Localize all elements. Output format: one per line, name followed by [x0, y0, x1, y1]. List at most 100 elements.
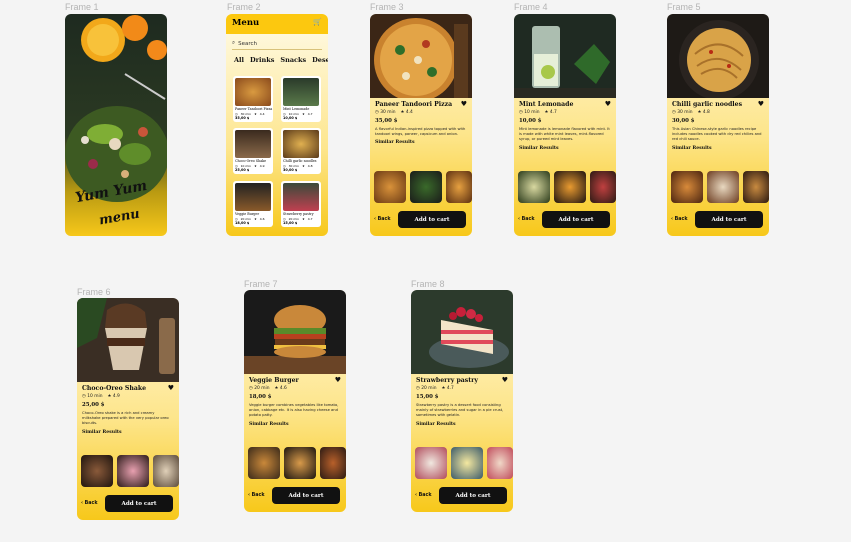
- back-button[interactable]: ‹ Back: [518, 217, 535, 222]
- pizza-photo: [370, 14, 472, 102]
- frame-label-4: Frame 4: [514, 2, 548, 12]
- search-input[interactable]: ⌕ Search: [232, 38, 322, 50]
- similar-item[interactable]: [446, 171, 472, 203]
- card-name: Veggie Burger: [235, 212, 260, 216]
- dish-rating: 4.4: [405, 110, 413, 115]
- dish-time: 10 min: [87, 394, 103, 399]
- similar-item[interactable]: [410, 171, 442, 203]
- clock-icon: ◷: [283, 163, 286, 168]
- menu-card-lemonade[interactable]: Mint Lemonade ◷ 10 min ★ 4.7 10,00 $: [281, 76, 321, 122]
- menu-card-noodles[interactable]: Chilli garlic noodles ◷ 30 min ★ 4.8 30,00 …: [281, 128, 321, 174]
- similar-item[interactable]: [320, 447, 346, 479]
- menu-card-shake[interactable]: Choco-Oreo Shake ◷ 10 min ★ 4.9 25,00 $: [233, 128, 273, 174]
- dish-rating: 4.6: [279, 386, 287, 391]
- add-to-cart-button[interactable]: Add to cart: [272, 487, 340, 504]
- lemonade-photo: [514, 14, 616, 98]
- detail-frame-pastry: Strawberry pastry ♥ ◷ 20 min ★ 4.7 15,00 …: [411, 290, 513, 512]
- similar-item[interactable]: [81, 455, 113, 487]
- card-price: 35,00 $: [235, 116, 250, 120]
- similar-item[interactable]: [707, 171, 739, 203]
- splash-frame: Yum Yum menu: [65, 14, 167, 236]
- add-to-cart-button[interactable]: Add to cart: [695, 211, 763, 228]
- star-icon: ★: [254, 163, 257, 168]
- tab-deserts[interactable]: Deserts: [312, 56, 328, 64]
- dish-rating: 4.7: [446, 386, 454, 391]
- clock-icon: ◷: [235, 111, 238, 116]
- similar-item[interactable]: [248, 447, 280, 479]
- dish-name: Mint Lemonade: [519, 101, 574, 108]
- dish-rating: 4.8: [702, 110, 710, 115]
- similar-item[interactable]: [671, 171, 703, 203]
- heart-icon[interactable]: ♥: [335, 376, 341, 384]
- tab-drinks[interactable]: Drinks: [250, 56, 274, 64]
- star-icon: ★: [697, 110, 702, 115]
- similar-item[interactable]: [518, 171, 550, 203]
- menu-card-pastry[interactable]: Strawberry pastry ◷ 20 min ★ 4.7 15,00 $: [281, 181, 321, 227]
- back-label: Back: [521, 217, 535, 222]
- card-rating: 4.9: [259, 163, 265, 168]
- similar-item[interactable]: [284, 447, 316, 479]
- shake-image: [77, 298, 179, 382]
- similar-item[interactable]: [374, 171, 406, 203]
- menu-card-burger[interactable]: Veggie Burger ◷ 20 min ★ 4.6 18,00 $: [233, 181, 273, 227]
- back-button[interactable]: ‹ Back: [671, 217, 688, 222]
- heart-icon[interactable]: ♥: [168, 384, 174, 392]
- similar-results-label: Similar Results: [82, 429, 122, 435]
- noodles-thumb: [283, 130, 319, 158]
- add-to-cart-button[interactable]: Add to cart: [105, 495, 173, 512]
- card-name: Chilli garlic noodles: [283, 159, 317, 163]
- cart-icon[interactable]: 🛒: [313, 18, 322, 26]
- card-price: 25,00 $: [235, 168, 250, 172]
- frame-label-3: Frame 3: [370, 2, 404, 12]
- dish-price: 10,00 $: [519, 118, 542, 124]
- dish-rating: 4.9: [112, 394, 120, 399]
- similar-item[interactable]: [487, 447, 513, 479]
- dish-meta: ◷ 10 min ★ 4.7: [519, 110, 611, 115]
- dish-name: Choco-Oreo Shake: [82, 385, 147, 392]
- noodles-photo: [667, 14, 769, 100]
- back-button[interactable]: ‹ Back: [374, 217, 391, 222]
- card-price: 10,00 $: [283, 116, 298, 120]
- card-rating: 4.7: [307, 111, 313, 116]
- heart-icon[interactable]: ♥: [758, 100, 764, 108]
- add-to-cart-button[interactable]: Add to cart: [542, 211, 610, 228]
- similar-item[interactable]: [117, 455, 149, 487]
- dish-description: A flavorful Indian-inspired pizza topped…: [375, 127, 466, 137]
- menu-card-pizza[interactable]: Paneer Tandoori Pizza ◷ 30 min ★ 4.4 35,00 …: [233, 76, 273, 122]
- back-button[interactable]: ‹ Back: [81, 501, 98, 506]
- tab-snacks[interactable]: Snacks: [280, 56, 306, 64]
- card-time: 10 min: [240, 163, 252, 168]
- card-meta: ◷ 10 min ★ 4.7: [283, 112, 313, 116]
- card-meta: ◷ 10 min ★ 4.9: [235, 164, 265, 168]
- card-name: Choco-Oreo Shake: [235, 159, 267, 163]
- detail-frame-burger: Veggie Burger ♥ ◷ 20 min ★ 4.6 18,00 $ Ve…: [244, 290, 346, 512]
- clock-icon: ◷: [283, 216, 286, 221]
- menu-title: Menu: [232, 18, 260, 28]
- clock-icon: ◷: [375, 110, 379, 115]
- similar-item[interactable]: [590, 171, 616, 203]
- back-label: Back: [377, 217, 391, 222]
- star-icon: ★: [400, 110, 405, 115]
- similar-item[interactable]: [153, 455, 179, 487]
- back-button[interactable]: ‹ Back: [248, 493, 265, 498]
- detail-frame-noodles: Chilli garlic noodles ♥ ◷ 30 min ★ 4.8 30…: [667, 14, 769, 236]
- clock-icon: ◷: [416, 386, 420, 391]
- similar-results-label: Similar Results: [416, 421, 456, 427]
- heart-icon[interactable]: ♥: [605, 100, 611, 108]
- add-to-cart-button[interactable]: Add to cart: [398, 211, 466, 228]
- detail-frame-pizza: Paneer Tandoori Pizza ♥ ◷ 30 min ★ 4.4 35…: [370, 14, 472, 236]
- heart-icon[interactable]: ♥: [502, 376, 508, 384]
- clock-icon: ◷: [672, 110, 676, 115]
- similar-item[interactable]: [743, 171, 769, 203]
- frame-label-1: Frame 1: [65, 2, 99, 12]
- back-button[interactable]: ‹ Back: [415, 493, 432, 498]
- tab-all[interactable]: All: [234, 56, 244, 64]
- heart-icon[interactable]: ♥: [461, 100, 467, 108]
- similar-item[interactable]: [554, 171, 586, 203]
- add-to-cart-button[interactable]: Add to cart: [439, 487, 507, 504]
- similar-item[interactable]: [415, 447, 447, 479]
- card-meta: ◷ 20 min ★ 4.7: [283, 217, 313, 221]
- clock-icon: ◷: [249, 386, 253, 391]
- similar-item[interactable]: [451, 447, 483, 479]
- star-icon: ★: [254, 216, 257, 221]
